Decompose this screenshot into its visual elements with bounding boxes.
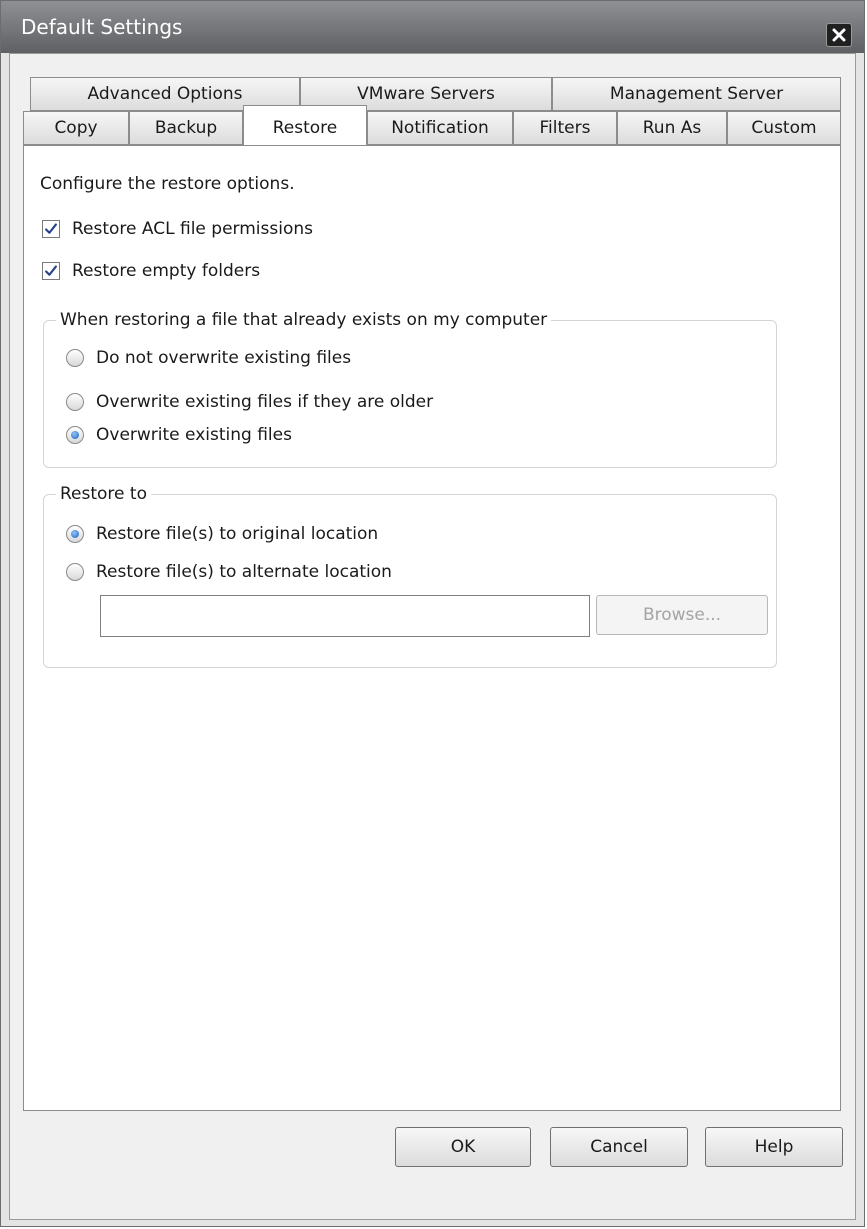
default-settings-window: Default Settings Advanced Options VMware… [0,0,865,1227]
close-icon [832,28,846,42]
overwrite-options-group: When restoring a file that already exist… [43,309,777,468]
close-button[interactable] [826,23,852,47]
radio-label: Overwrite existing files [96,425,292,445]
overwrite-group-legend: When restoring a file that already exist… [56,309,552,331]
cancel-button[interactable]: Cancel [550,1127,688,1167]
browse-button[interactable]: Browse... [596,595,768,635]
window-title: Default Settings [21,15,183,39]
tab-management-server[interactable]: Management Server [552,77,841,111]
radio-dot [71,431,79,439]
checkmark-icon [45,223,57,234]
alternate-location-input[interactable] [100,595,590,637]
restore-empty-folders-checkbox[interactable] [42,262,60,280]
tab-run-as[interactable]: Run As [617,111,727,145]
radio-button[interactable] [66,426,84,444]
radio-button[interactable] [66,563,84,581]
radio-label: Do not overwrite existing files [96,348,352,368]
restore-acl-label: Restore ACL file permissions [72,219,313,239]
radio-label: Overwrite existing files if they are old… [96,392,434,412]
tab-backup[interactable]: Backup [129,111,243,145]
help-button[interactable]: Help [705,1127,843,1167]
tab-copy[interactable]: Copy [23,111,129,145]
checkmark-icon [45,265,57,276]
radio-label: Restore file(s) to alternate location [96,562,392,582]
radio-dot [71,530,79,538]
tab-restore[interactable]: Restore [243,105,367,145]
tab-custom[interactable]: Custom [727,111,841,145]
tab-notification[interactable]: Notification [367,111,513,145]
ok-button[interactable]: OK [395,1127,531,1167]
restore-empty-folders-label: Restore empty folders [72,261,261,281]
radio-button[interactable] [66,525,84,543]
restore-tab-panel: Configure the restore options. Restore A… [23,145,841,1111]
title-bar: Default Settings [1,1,864,53]
radio-button[interactable] [66,393,84,411]
restore-to-group: Restore to Restore file(s) to original l… [43,483,777,668]
radio-label: Restore file(s) to original location [96,524,379,544]
tab-filters[interactable]: Filters [513,111,617,145]
intro-text: Configure the restore options. [40,174,295,194]
restore-acl-checkbox[interactable] [42,220,60,238]
radio-button[interactable] [66,349,84,367]
restore-to-legend: Restore to [56,483,151,505]
